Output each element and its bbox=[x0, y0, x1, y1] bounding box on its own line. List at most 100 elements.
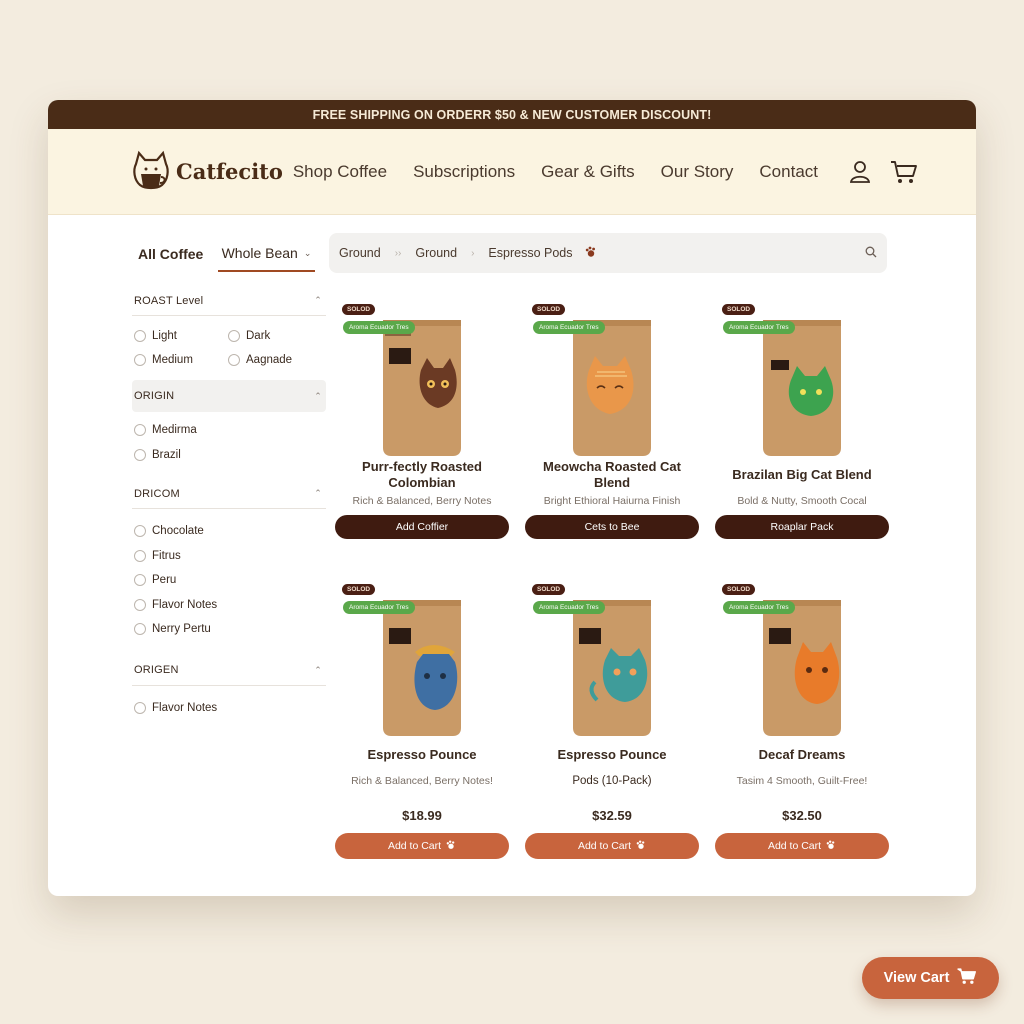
brand-name: Catfecito bbox=[176, 159, 283, 184]
product-card[interactable]: SOLOD Aroma Ecuador Tres Decaf Dreams Ta… bbox=[715, 570, 889, 859]
search-icon[interactable] bbox=[865, 246, 877, 261]
nav-our-story[interactable]: Our Story bbox=[661, 162, 734, 182]
filter-origen: ORIGEN ⌃ Flavor Notes bbox=[132, 656, 326, 729]
product-image[interactable]: SOLOD Aroma Ecuador Tres bbox=[335, 290, 509, 458]
shop-window: FREE SHIPPING ON ORDERR $50 & NEW CUSTOM… bbox=[48, 100, 976, 896]
add-to-cart-button[interactable]: Add to Cart bbox=[335, 833, 509, 859]
filter-option[interactable]: Medium bbox=[134, 352, 228, 368]
filter-option[interactable]: Medirma bbox=[134, 422, 326, 438]
product-name[interactable]: Purr-fectly Roasted Colombian bbox=[347, 458, 497, 492]
paw-icon bbox=[446, 840, 456, 853]
radio-button[interactable] bbox=[134, 448, 146, 461]
filter-option[interactable]: Chocolate bbox=[134, 523, 326, 539]
promo-badge: Aroma Ecuador Tres bbox=[723, 601, 795, 614]
brand-logo[interactable]: Catfecito bbox=[130, 150, 293, 194]
option-label: Peru bbox=[152, 574, 177, 586]
cart-icon bbox=[957, 967, 977, 989]
filter-origen-header[interactable]: ORIGEN ⌃ bbox=[132, 656, 326, 686]
product-description: Bright Ethioral Haiurna Finish bbox=[543, 495, 681, 507]
add-to-cart-button[interactable]: Add to Cart bbox=[715, 833, 889, 859]
filter-dricom-header[interactable]: DRICOM ⌃ bbox=[132, 479, 326, 509]
filter-option[interactable]: Brazil bbox=[134, 447, 326, 463]
filter-roast-header[interactable]: ROAST Level ⌃ bbox=[132, 286, 326, 316]
radio-button[interactable] bbox=[134, 623, 146, 635]
sold-out-badge: SOLOD bbox=[722, 584, 756, 595]
filter-option[interactable]: Peru bbox=[134, 572, 326, 588]
radio-button[interactable] bbox=[134, 330, 146, 342]
paw-icon bbox=[636, 840, 646, 853]
product-name[interactable]: Espresso Pounce bbox=[347, 738, 497, 772]
filter-option[interactable]: Flavor Notes bbox=[134, 700, 326, 716]
nav-contact[interactable]: Contact bbox=[759, 162, 818, 182]
product-card[interactable]: SOLOD Aroma Ecuador Tres Brazilan Big Ca… bbox=[715, 290, 889, 539]
filter-option[interactable]: Fitrus bbox=[134, 548, 326, 564]
nav-gear-gifts[interactable]: Gear & Gifts bbox=[541, 162, 635, 182]
product-name[interactable]: Espresso Pounce bbox=[537, 738, 687, 772]
view-cart-button[interactable]: View Cart bbox=[862, 957, 999, 999]
cat-illustration bbox=[602, 648, 648, 702]
product-name[interactable]: Meowcha Roasted Cat Blend bbox=[537, 458, 687, 492]
product-description: Rich & Balanced, Berry Notes bbox=[352, 495, 492, 507]
chevron-up-icon: ⌃ bbox=[314, 488, 322, 498]
paw-icon bbox=[585, 246, 597, 261]
option-label: Light bbox=[152, 330, 177, 342]
product-image[interactable]: SOLOD Aroma Ecuador Tres bbox=[715, 570, 889, 738]
main-nav: Shop Coffee Subscriptions Gear & Gifts O… bbox=[293, 162, 844, 182]
product-image[interactable]: SOLOD Aroma Ecuador Tres bbox=[525, 570, 699, 738]
product-card[interactable]: SOLOD Aroma Ecuador Tres Espresso Pounce… bbox=[525, 570, 699, 859]
radio-button[interactable] bbox=[134, 549, 146, 562]
filter-option[interactable]: Dark bbox=[228, 328, 322, 344]
chevron-down-icon: ⌄ bbox=[303, 247, 312, 258]
product-name[interactable]: Brazilan Big Cat Blend bbox=[727, 458, 877, 492]
filter-sidebar: ROAST Level ⌃ Light Dark Medium Aagnade … bbox=[132, 286, 326, 728]
sold-out-badge: SOLOD bbox=[722, 304, 756, 315]
promo-badge: Aroma Ecuador Tres bbox=[343, 601, 415, 614]
product-card[interactable]: SOLOD Aroma Ecuador Tres Purr-fectly Roa… bbox=[335, 290, 509, 539]
radio-button[interactable] bbox=[228, 354, 240, 366]
chevron-right-icon: › bbox=[471, 247, 475, 259]
user-icon[interactable] bbox=[846, 158, 874, 186]
option-label: Dark bbox=[246, 330, 271, 342]
add-to-cart-button[interactable]: Cets to Bee bbox=[525, 515, 699, 539]
chip-espresso-pods[interactable]: Espresso Pods bbox=[488, 246, 572, 260]
radio-button[interactable] bbox=[134, 598, 146, 611]
tab-whole-bean[interactable]: Whole Bean ⌄ bbox=[218, 236, 315, 272]
filter-option[interactable]: Nerry Pertu bbox=[134, 621, 326, 637]
filter-option[interactable]: Flavor Notes bbox=[134, 597, 326, 613]
filter-origin-title: ORIGIN bbox=[134, 390, 175, 402]
product-image[interactable]: SOLOD Aroma Ecuador Tres bbox=[715, 290, 889, 458]
nav-subscriptions[interactable]: Subscriptions bbox=[413, 162, 515, 182]
radio-button[interactable] bbox=[134, 424, 146, 436]
option-label: Flavor Notes bbox=[152, 598, 218, 611]
add-to-cart-button[interactable]: Add Coffier bbox=[335, 515, 509, 539]
filter-origin-header[interactable]: ORIGIN ⌃ bbox=[132, 380, 326, 412]
add-to-cart-button[interactable]: Add to Cart bbox=[525, 833, 699, 859]
sold-out-badge: SOLOD bbox=[532, 304, 566, 315]
chip-ground-2[interactable]: Ground bbox=[415, 246, 457, 260]
radio-button[interactable] bbox=[134, 354, 146, 366]
radio-button[interactable] bbox=[134, 525, 146, 537]
filter-option[interactable]: Light bbox=[134, 328, 228, 344]
product-description: Pods (10-Pack) bbox=[572, 775, 652, 787]
product-description: Rich & Balanced, Berry Notes! bbox=[351, 775, 493, 787]
product-name[interactable]: Decaf Dreams bbox=[727, 738, 877, 772]
option-label: Fitrus bbox=[152, 549, 181, 562]
nav-shop-coffee[interactable]: Shop Coffee bbox=[293, 162, 387, 182]
tab-all-coffee[interactable]: All Coffee bbox=[138, 246, 203, 262]
product-card[interactable]: SOLOD Aroma Ecuador Tres Espresso Pounce… bbox=[335, 570, 509, 859]
product-card[interactable]: SOLOD Aroma Ecuador Tres Meowcha Roasted… bbox=[525, 290, 699, 539]
chevron-up-icon: ⌃ bbox=[314, 295, 322, 305]
radio-button[interactable] bbox=[134, 701, 146, 714]
cat-coffee-cup-icon bbox=[133, 150, 169, 189]
product-image[interactable]: SOLOD Aroma Ecuador Tres bbox=[335, 570, 509, 738]
radio-button[interactable] bbox=[228, 330, 240, 342]
chip-ground[interactable]: Ground bbox=[339, 246, 381, 260]
cart-icon[interactable] bbox=[890, 158, 918, 186]
add-to-cart-button[interactable]: Roaplar Pack bbox=[715, 515, 889, 539]
radio-button[interactable] bbox=[134, 574, 146, 586]
filter-option[interactable]: Aagnade bbox=[228, 352, 322, 368]
product-price: $18.99 bbox=[402, 808, 442, 823]
option-label: Flavor Notes bbox=[152, 701, 218, 714]
promo-badge: Aroma Ecuador Tres bbox=[723, 321, 795, 334]
product-image[interactable]: SOLOD Aroma Ecuador Tres bbox=[525, 290, 699, 458]
